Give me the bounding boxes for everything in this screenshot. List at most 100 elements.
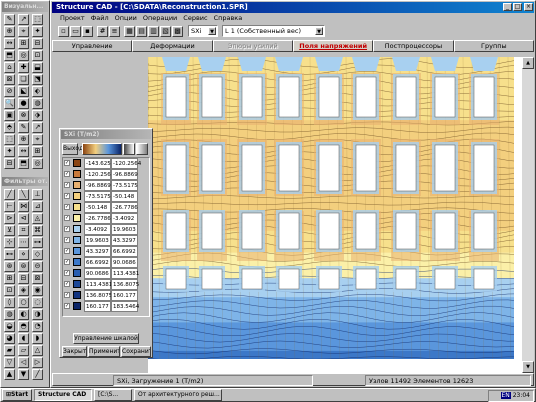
legend-row-checkbox[interactable]: ✓ [64, 292, 70, 298]
node-tool-icon[interactable]: ⊕ [4, 26, 15, 37]
fisheye-filter-icon[interactable]: ◉ [32, 285, 43, 296]
legend-color-swatch[interactable] [73, 170, 81, 178]
view-icon[interactable]: ▤ [136, 26, 147, 37]
ring-filter-icon[interactable]: ○ [18, 297, 29, 308]
pencil-tool-icon[interactable]: ✎ [18, 122, 29, 133]
legend-color-swatch[interactable] [73, 280, 81, 288]
left-filter-icon[interactable]: ⊲ [18, 213, 29, 224]
start-button[interactable]: ⊞Start [2, 389, 32, 401]
semi-r-filter-icon[interactable]: ◗ [32, 333, 43, 344]
grid-minus-tool-icon[interactable]: ⊟ [4, 158, 15, 169]
down-arrow-filter-icon[interactable]: ▼ [18, 369, 29, 380]
legend-range-max[interactable]: 90.0686 [111, 257, 138, 268]
diamond2-filter-icon[interactable]: ◇ [32, 249, 43, 260]
chevron-down-icon[interactable]: ▼ [208, 27, 216, 35]
legend-color-swatch[interactable] [73, 302, 81, 310]
tee-filter-icon[interactable]: ⊢ [4, 201, 15, 212]
line-filter-icon[interactable]: ╱ [4, 189, 15, 200]
hash-filter-icon[interactable]: ⌗ [18, 225, 29, 236]
add-tool-icon[interactable]: ✚ [18, 62, 29, 73]
legend-row-checkbox[interactable]: ✓ [64, 182, 70, 188]
dots-filter-icon[interactable]: ⋯ [18, 237, 29, 248]
lozenge-filter-icon[interactable]: ◊ [4, 297, 15, 308]
new-icon[interactable]: ▫ [58, 26, 69, 37]
menu-options[interactable]: Опции [115, 13, 137, 23]
legend-row-checkbox[interactable]: ✓ [64, 204, 70, 210]
legend-range-min[interactable]: -143.6258 [84, 158, 114, 169]
link-filter-icon[interactable]: ⊶ [32, 237, 43, 248]
tri-dot-filter-icon[interactable]: ◬ [32, 213, 43, 224]
legend-color-swatch[interactable] [73, 159, 81, 167]
legend-row-checkbox[interactable]: ✓ [64, 270, 70, 276]
scroll-down-icon[interactable]: ▼ [522, 361, 534, 373]
legend-row-checkbox[interactable]: ✓ [64, 160, 70, 166]
legend-color-swatch[interactable] [73, 269, 81, 277]
circle-tool-icon[interactable]: ◎ [32, 158, 43, 169]
grid-plus-tool-icon[interactable]: ⊞ [32, 146, 43, 157]
calc-icon[interactable]: ▧ [160, 26, 171, 37]
legend-apply-button[interactable]: Применить [88, 346, 120, 357]
open-icon[interactable]: ▭ [70, 26, 81, 37]
box-plus-filter-icon[interactable]: ⊞ [4, 273, 15, 284]
tab-deformations[interactable]: Деформации [132, 40, 213, 52]
perp-filter-icon[interactable]: ⊥ [32, 189, 43, 200]
half-tool-icon[interactable]: ⬓ [32, 62, 43, 73]
tab-postprocessors[interactable]: Постпроцессоры [373, 40, 454, 52]
cancel-tool-icon[interactable]: ⊗ [18, 110, 29, 121]
triangle-filter-icon[interactable]: ⊿ [32, 201, 43, 212]
diamond-filter-icon[interactable]: ⋄ [18, 249, 29, 260]
half-b-filter-icon[interactable]: ◒ [4, 321, 15, 332]
tab-force-diagrams[interactable]: Эпюры усилий [212, 40, 293, 52]
minimize-button[interactable]: _ [503, 3, 512, 11]
report-icon[interactable]: ▥ [148, 26, 159, 37]
slice-tool-icon[interactable]: ⬖ [32, 86, 43, 97]
legend-range-min[interactable]: 90.0686 [84, 268, 111, 279]
stress-component-select[interactable]: SXi ▼ [188, 25, 218, 37]
table-icon[interactable]: ▦ [124, 26, 135, 37]
legend-range-min[interactable]: 136.8075 [84, 290, 112, 301]
legend-range-max[interactable]: -73.5175 [111, 180, 138, 191]
save-icon[interactable]: ▪ [82, 26, 93, 37]
legend-row-checkbox[interactable]: ✓ [64, 237, 70, 243]
home-tool-icon[interactable]: ⌂ [4, 62, 15, 73]
legend-range-min[interactable]: -73.5175 [84, 191, 111, 202]
semi-l-filter-icon[interactable]: ◖ [18, 333, 29, 344]
legend-row-checkbox[interactable]: ✓ [64, 281, 70, 287]
frame-tool-icon[interactable]: ⊡ [32, 50, 43, 61]
legend-row-checkbox[interactable]: ✓ [64, 303, 70, 309]
grid-icon[interactable]: # [97, 26, 108, 37]
chevron-down-icon[interactable]: ▼ [315, 27, 323, 35]
hatched-circle-filter-icon[interactable]: ◍ [4, 309, 15, 320]
legend-exit-button[interactable]: Выход [62, 143, 83, 155]
legend-row-checkbox[interactable]: ✓ [64, 215, 70, 221]
block-tool-icon[interactable]: ⊘ [4, 86, 15, 97]
legend-row-checkbox[interactable]: ✓ [64, 248, 70, 254]
target-tool-icon[interactable]: ⌖ [32, 134, 43, 145]
legend-range-min[interactable]: -50.148 [84, 202, 111, 213]
layers-icon[interactable]: ≡ [109, 26, 120, 37]
legend-range-min[interactable]: -3.4092 [84, 224, 111, 235]
element-tool-icon[interactable]: ⬒ [18, 158, 29, 169]
bar-filter-icon[interactable]: ▰ [4, 345, 15, 356]
up-arrow-filter-icon[interactable]: ▲ [4, 369, 15, 380]
box-x-filter-icon[interactable]: ⊠ [32, 273, 43, 284]
legend-row-checkbox[interactable]: ✓ [64, 193, 70, 199]
menu-service[interactable]: Сервис [183, 13, 207, 23]
menu-help[interactable]: Справка [214, 13, 243, 23]
grid-minus-tool-icon[interactable]: ⊟ [32, 38, 43, 49]
legend-color-swatch[interactable] [73, 291, 81, 299]
legend-row-checkbox[interactable]: ✓ [64, 226, 70, 232]
legend-range-min[interactable]: -96.8869 [84, 180, 111, 191]
eq-circle-filter-icon[interactable]: ⊜ [18, 261, 29, 272]
legend-close-button[interactable]: Закрыть [62, 346, 87, 357]
menu-project[interactable]: Проект [60, 13, 85, 23]
arrow-tool-icon[interactable]: ↗ [18, 14, 29, 25]
taskbar-item-structure-cad[interactable]: Structure CAD [34, 389, 92, 401]
right-tri-filter-icon[interactable]: ▷ [32, 357, 43, 368]
legend-range-min[interactable]: 66.6992 [84, 257, 111, 268]
legend-range-max[interactable]: -96.8869 [111, 169, 138, 180]
bar2-filter-icon[interactable]: ▱ [18, 345, 29, 356]
legend-range-max[interactable]: 136.8075 [111, 279, 139, 290]
left-tool-window-title[interactable]: Визуальн... [2, 2, 48, 12]
box-dot-filter-icon[interactable]: ⊡ [4, 285, 15, 296]
